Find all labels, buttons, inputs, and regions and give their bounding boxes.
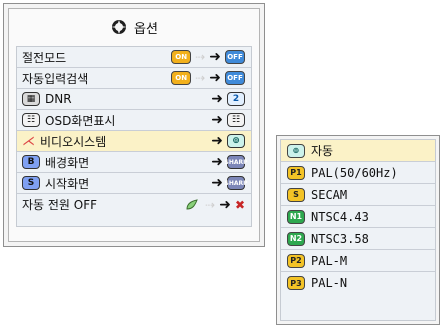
right-arrow-icon: ➜	[211, 175, 223, 191]
off-toggle-icon: OFF	[225, 50, 245, 64]
off-toggle-icon: OFF	[225, 71, 245, 85]
panel-title-text: 옵션	[134, 21, 158, 37]
menu-label-dnr: DNR	[45, 92, 72, 106]
options-panel: 옵션 절전모드 ON ⇢ ➜ OFF 자동입력검색 ON ⇢ ➜ OFF ▦ D…	[3, 3, 265, 247]
on-toggle-icon: ON	[171, 50, 192, 64]
right-arrow-icon: ➜	[211, 154, 223, 170]
n1-code-icon: N1	[287, 209, 305, 224]
right-arrow-icon: ➜	[211, 112, 223, 128]
right-arrow-icon: ➜	[211, 91, 223, 107]
dim-arrow-icon: ⇢	[195, 71, 206, 85]
submenu-item-ntsc443[interactable]: N1 NTSC4.43	[281, 206, 435, 228]
menu-label-background: 배경화면	[45, 155, 90, 170]
menu-label-start-screen: 시작화면	[45, 176, 90, 191]
leaf-icon	[183, 198, 201, 212]
osd-setting-icon: ☷	[227, 113, 245, 127]
menu-row-auto-power-off[interactable]: 자동 전원 OFF ⇢ ➜ ✖	[17, 194, 251, 215]
dnr-level-icon: 2	[227, 92, 245, 106]
p1-code-icon: P1	[287, 165, 305, 180]
menu-row-video-system[interactable]: ⋌ 비디오시스템 ➜ ⊚	[17, 131, 251, 152]
dim-arrow-icon: ⇢	[195, 50, 206, 64]
options-icon	[111, 20, 128, 34]
menu-label-video-system: 비디오시스템	[40, 134, 107, 149]
menu-row-auto-input-search[interactable]: 자동입력검색 ON ⇢ ➜ OFF	[17, 68, 251, 89]
menu-label-power-saving: 절전모드	[22, 50, 67, 65]
osd-icon: ☷	[22, 113, 40, 127]
video-system-submenu: ⊚ 자동 P1 PAL(50/60Hz) S SECAM N1 NTSC4.43…	[276, 135, 440, 325]
submenu-label-ntsc358: NTSC3.58	[311, 231, 369, 246]
right-arrow-icon: ➜	[209, 70, 221, 86]
right-arrow-icon: ➜	[211, 133, 223, 149]
submenu-item-secam[interactable]: S SECAM	[281, 184, 435, 206]
auto-code-icon: ⊚	[287, 143, 305, 158]
dim-arrow-icon: ⇢	[205, 197, 216, 212]
off-x-icon: ✖	[234, 197, 245, 212]
submenu-item-pal5060[interactable]: P1 PAL(50/60Hz)	[281, 162, 435, 184]
submenu-label-paln: PAL-N	[311, 276, 348, 290]
submenu-label-secam: SECAM	[311, 187, 348, 202]
p2-code-icon: P2	[287, 253, 305, 268]
p3-code-icon: P3	[287, 276, 305, 290]
start-screen-icon: S	[22, 176, 40, 190]
options-list: 절전모드 ON ⇢ ➜ OFF 자동입력검색 ON ⇢ ➜ OFF ▦ DNR …	[16, 46, 252, 227]
right-arrow-icon: ➜	[219, 196, 231, 213]
submenu-item-ntsc358[interactable]: N2 NTSC3.58	[281, 228, 435, 250]
submenu-item-palm[interactable]: P2 PAL-M	[281, 250, 435, 272]
submenu-list: ⊚ 자동 P1 PAL(50/60Hz) S SECAM N1 NTSC4.43…	[280, 139, 436, 321]
n2-code-icon: N2	[287, 231, 305, 246]
submenu-label-pal5060: PAL(50/60Hz)	[311, 165, 398, 180]
s-code-icon: S	[287, 187, 305, 202]
right-arrow-icon: ➜	[209, 49, 221, 65]
menu-row-background[interactable]: B 배경화면 ➜ SHARP	[17, 152, 251, 173]
menu-label-osd: OSD화면표시	[45, 113, 116, 128]
menu-label-auto-input-search: 자동입력검색	[22, 71, 89, 86]
background-icon: B	[22, 155, 40, 169]
menu-row-osd[interactable]: ☷ OSD화면표시 ➜ ☷	[17, 110, 251, 131]
options-panel-inner: 옵션 절전모드 ON ⇢ ➜ OFF 자동입력검색 ON ⇢ ➜ OFF ▦ D…	[8, 8, 260, 242]
sharp-logo-icon: SHARP	[225, 176, 248, 190]
menu-row-power-saving[interactable]: 절전모드 ON ⇢ ➜ OFF	[17, 47, 251, 68]
on-toggle-icon: ON	[171, 71, 192, 85]
dnr-icon: ▦	[22, 92, 40, 106]
submenu-label-auto: 자동	[311, 144, 334, 158]
submenu-item-auto[interactable]: ⊚ 자동	[281, 140, 435, 162]
menu-row-dnr[interactable]: ▦ DNR ➜ 2	[17, 89, 251, 110]
menu-label-auto-power-off: 자동 전원 OFF	[22, 198, 98, 212]
video-system-icon: ⋌	[22, 133, 35, 149]
sharp-logo-icon: SHARP	[225, 155, 248, 169]
menu-row-start-screen[interactable]: S 시작화면 ➜ SHARP	[17, 173, 251, 194]
auto-icon: ⊚	[227, 134, 245, 148]
submenu-label-palm: PAL-M	[311, 253, 348, 268]
submenu-label-ntsc443: NTSC4.43	[311, 209, 369, 224]
panel-title: 옵션	[9, 15, 259, 39]
submenu-item-paln[interactable]: P3 PAL-N	[281, 272, 435, 294]
